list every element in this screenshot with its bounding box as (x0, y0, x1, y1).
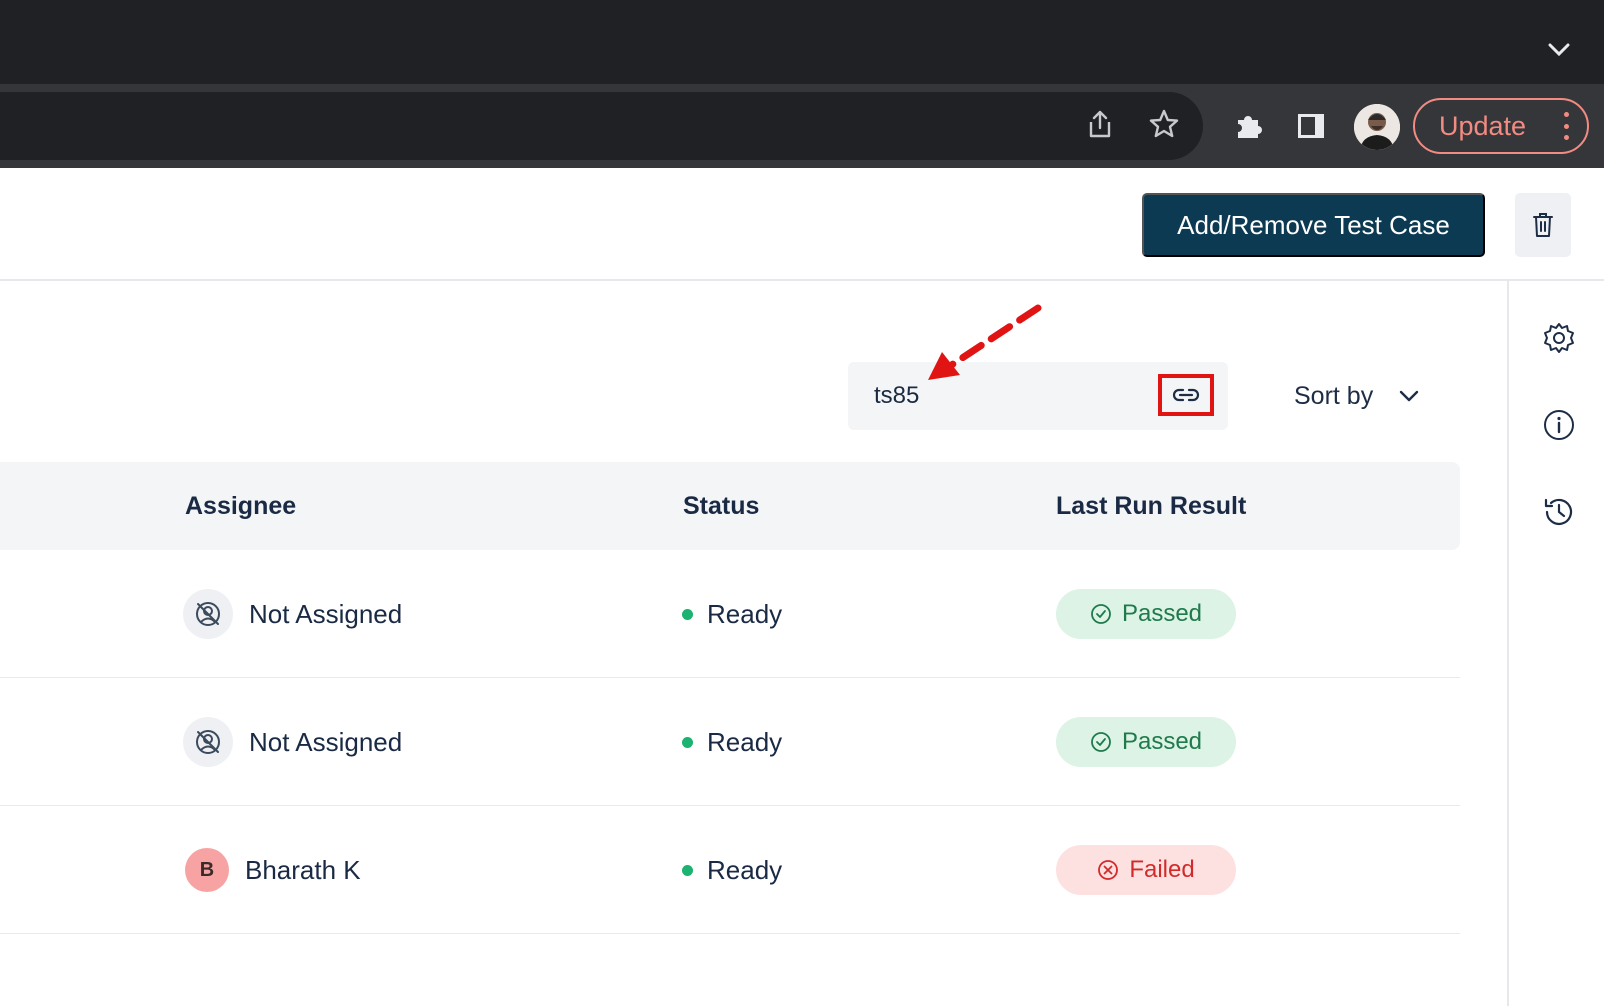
assignee-name: Bharath K (245, 854, 361, 885)
result-badge: Failed (1056, 845, 1236, 895)
browser-tabstrip (0, 0, 1604, 84)
assignee-cell: Not Assigned (183, 678, 402, 806)
column-header-last-run-result[interactable]: Last Run Result (1056, 462, 1246, 550)
side-panel-icon[interactable] (1289, 104, 1333, 148)
result-cell: Passed (1056, 550, 1236, 678)
result-cell: Passed (1056, 678, 1236, 806)
avatar: B (185, 848, 229, 892)
chevron-down-icon[interactable] (1544, 38, 1574, 62)
copy-link-button[interactable] (1158, 374, 1214, 416)
status-text: Ready (707, 598, 783, 629)
star-icon[interactable] (1142, 102, 1186, 146)
settings-icon[interactable] (1539, 318, 1579, 358)
history-icon[interactable] (1539, 492, 1579, 532)
check-circle-icon (1091, 604, 1111, 624)
table-row[interactable]: B Bharath K Ready Failed (0, 806, 1460, 934)
column-header-assignee[interactable]: Assignee (185, 462, 296, 550)
check-circle-icon (1091, 732, 1111, 752)
status-text: Ready (707, 726, 783, 757)
address-bar[interactable] (0, 92, 1203, 160)
profile-avatar[interactable] (1354, 104, 1400, 150)
assignee-name: Not Assigned (249, 726, 403, 757)
status-cell: Ready (682, 678, 782, 806)
table-row[interactable]: Not Assigned Ready Passed (0, 550, 1460, 678)
result-label: Passed (1121, 600, 1203, 627)
share-icon[interactable] (1078, 102, 1122, 146)
assignee-cell: Not Assigned (183, 550, 402, 678)
table-header: Assignee Status Last Run Result (0, 462, 1460, 550)
extensions-icon[interactable] (1226, 104, 1270, 148)
unassigned-user-icon (183, 717, 233, 767)
status-dot (682, 736, 693, 748)
status-cell: Ready (682, 550, 782, 678)
result-cell: Failed (1056, 806, 1236, 934)
right-rail (1507, 281, 1604, 1006)
sort-by-dropdown[interactable]: Sort by (1294, 376, 1419, 416)
browser-update-button[interactable]: Update (1413, 98, 1589, 154)
status-text: Ready (707, 854, 783, 885)
assignee-cell: B Bharath K (183, 806, 361, 934)
app-header: Add/Remove Test Case (0, 168, 1604, 281)
assignee-name: Not Assigned (249, 598, 403, 629)
info-icon[interactable] (1539, 405, 1579, 445)
more-vert-icon[interactable] (1563, 112, 1569, 140)
x-circle-icon (1098, 860, 1119, 880)
add-remove-test-case-button[interactable]: Add/Remove Test Case (1142, 193, 1485, 257)
result-label: Failed (1129, 856, 1195, 883)
status-dot (682, 864, 693, 876)
sort-by-label: Sort by (1294, 381, 1374, 410)
result-label: Passed (1121, 728, 1203, 755)
chevron-down-icon (1400, 390, 1419, 402)
link-icon (1172, 388, 1200, 402)
table-row[interactable]: Not Assigned Ready Passed (0, 678, 1460, 806)
column-header-status[interactable]: Status (683, 462, 759, 550)
delete-button[interactable] (1515, 193, 1571, 257)
unassigned-user-icon (183, 589, 233, 639)
status-dot (682, 608, 693, 620)
update-label: Update (1439, 110, 1527, 141)
result-badge: Passed (1056, 589, 1236, 639)
result-badge: Passed (1056, 717, 1236, 767)
status-cell: Ready (682, 806, 782, 934)
trash-icon (1533, 213, 1553, 237)
annotation-arrow (928, 304, 1042, 380)
